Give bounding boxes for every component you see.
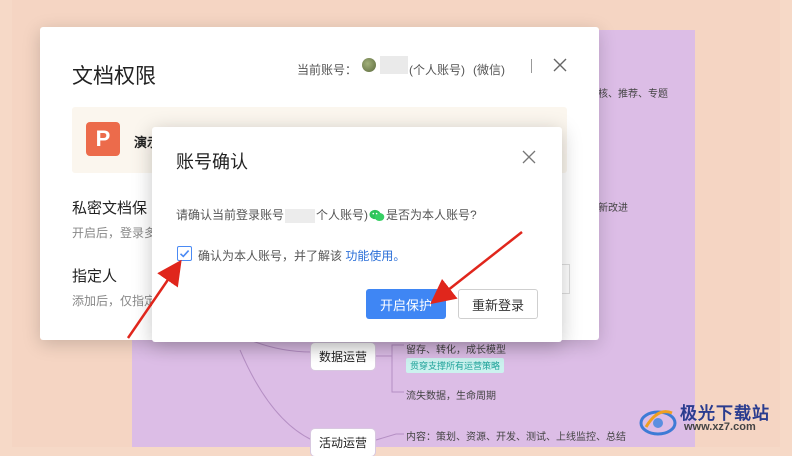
- dialog-title: 账号确认: [176, 152, 248, 172]
- confirm-question: 请确认当前登录账号 个人账号) 是否为本人账号?: [176, 206, 477, 223]
- mindmap-text: 内容：策划、资源、开发、测试、上线监控、总结: [406, 432, 626, 443]
- divider: [531, 59, 532, 73]
- account-type: (个人账号): [409, 63, 465, 77]
- private-doc-desc: 开启后，登录多: [72, 226, 157, 240]
- feature-usage-link[interactable]: 功能使用。: [345, 249, 405, 263]
- account-label: 当前账号：: [297, 63, 358, 77]
- mindmap-text: 留存、转化，成长模型: [406, 345, 506, 356]
- relogin-button[interactable]: 重新登录: [458, 289, 538, 319]
- question-suffix: 是否为本人账号?: [386, 208, 477, 222]
- ppt-file-icon: P: [86, 122, 120, 156]
- mindmap-tag: 贯穿支撑所有运营策略: [406, 358, 505, 373]
- mindmap-node[interactable]: 数据运营: [311, 343, 376, 370]
- close-icon[interactable]: [552, 57, 568, 73]
- checkbox-label: 确认为本人账号，并了解该 功能使用。: [198, 247, 405, 264]
- mindmap-node[interactable]: 活动运营: [311, 429, 376, 456]
- wechat-icon: [369, 210, 385, 222]
- mindmap-text: 流失数据，生命周期: [406, 391, 496, 402]
- confirm-checkbox[interactable]: [177, 246, 192, 261]
- checkbox-label-text: 确认为本人账号，并了解该: [198, 249, 343, 263]
- watermark-logo-icon: [639, 410, 677, 436]
- account-login-method: (微信): [473, 63, 505, 77]
- assignee-title: 指定人: [72, 268, 118, 285]
- enable-protection-button[interactable]: 开启保护: [366, 289, 446, 319]
- account-name-redacted: [380, 56, 408, 74]
- dialog-title: 文档权限: [72, 65, 156, 88]
- account-name-redacted: [285, 208, 316, 223]
- assignee-desc: 添加后，仅指定: [72, 294, 157, 308]
- question-prefix: 请确认当前登录账号: [176, 208, 285, 222]
- close-icon[interactable]: [522, 150, 536, 164]
- mindmap-text: 新改进: [598, 203, 628, 214]
- mindmap-text: 核、推荐、专题: [598, 89, 668, 100]
- question-middle: 个人账号): [316, 208, 369, 222]
- avatar: [362, 58, 376, 72]
- account-confirm-dialog: 账号确认 请确认当前登录账号 个人账号) 是否为本人账号? 确认为本人账号，并了解…: [152, 127, 562, 342]
- watermark: 极光下载站 www.xz7.com: [632, 399, 782, 441]
- private-doc-title: 私密文档保: [72, 200, 148, 217]
- watermark-url: www.xz7.com: [684, 421, 756, 433]
- checkmark-icon: [179, 250, 190, 258]
